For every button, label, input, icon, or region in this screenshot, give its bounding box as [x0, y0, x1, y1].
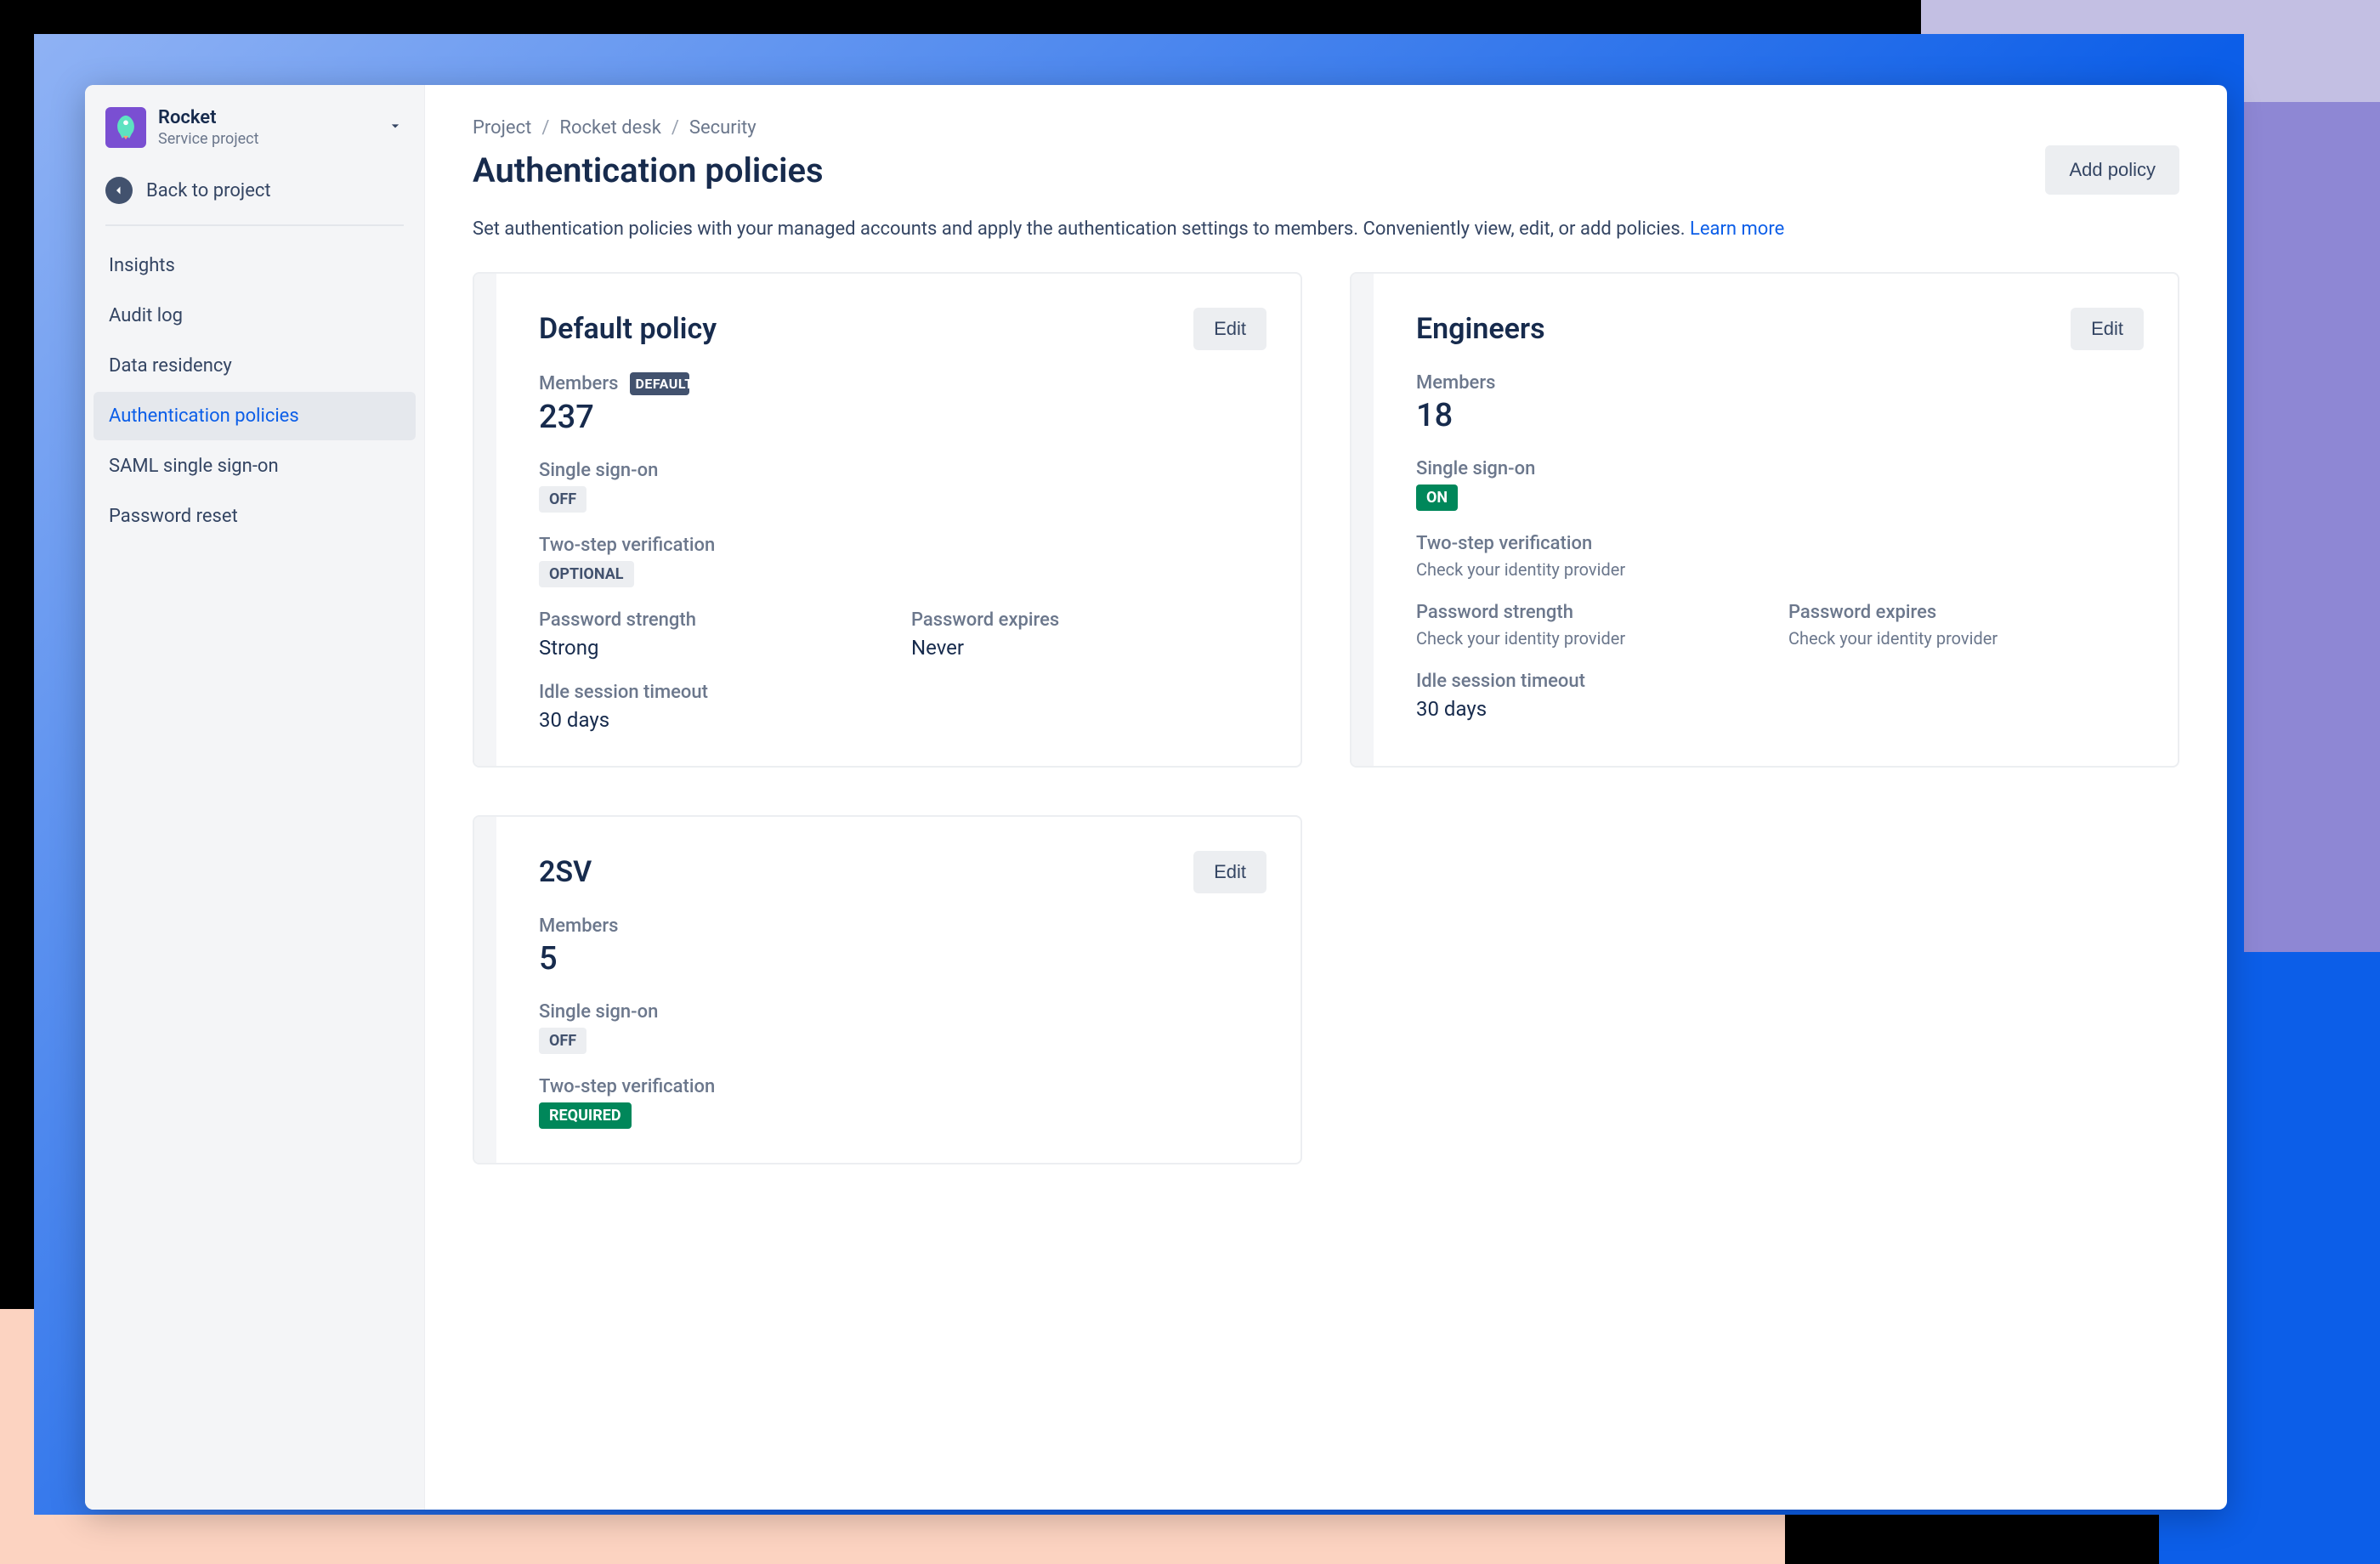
breadcrumb-item[interactable]: Project	[473, 117, 531, 139]
sidebar-item-password-reset[interactable]: Password reset	[94, 492, 416, 541]
back-to-project[interactable]: Back to project	[85, 163, 424, 224]
two-step-label: Two-step verification	[539, 535, 1266, 556]
arrow-left-icon	[105, 177, 133, 204]
sidebar: Rocket Service project Back to project I…	[85, 85, 425, 1510]
edit-button[interactable]: Edit	[1193, 851, 1266, 893]
sidebar-item-label: Audit log	[109, 305, 183, 326]
chevron-down-icon	[387, 117, 404, 138]
sidebar-item-label: Data residency	[109, 355, 232, 377]
breadcrumb: Project / Rocket desk / Security	[473, 117, 2179, 139]
members-count: 5	[539, 940, 1266, 978]
sidebar-item-label: SAML single sign-on	[109, 456, 279, 477]
breadcrumb-separator: /	[672, 117, 679, 139]
edit-button[interactable]: Edit	[1193, 308, 1266, 350]
two-step-label: Two-step verification	[1416, 533, 2144, 554]
members-count: 18	[1416, 397, 2144, 434]
project-type: Service project	[158, 130, 375, 148]
pw-expires-label: Password expires	[911, 609, 1266, 631]
idle-label: Idle session timeout	[539, 682, 1266, 703]
divider	[105, 224, 404, 226]
breadcrumb-separator: /	[541, 117, 549, 139]
policy-name: 2SV	[539, 855, 592, 889]
pw-expires-note: Check your identity provider	[1788, 628, 2144, 649]
rocket-icon	[111, 113, 140, 142]
policy-card-2sv: 2SV Edit Members 5 Single sign-on OFF Tw…	[473, 815, 1302, 1164]
back-label: Back to project	[146, 180, 271, 201]
sidebar-item-authentication-policies[interactable]: Authentication policies	[94, 392, 416, 440]
sidebar-item-label: Authentication policies	[109, 405, 299, 427]
sidebar-item-audit-log[interactable]: Audit log	[94, 292, 416, 340]
idle-value: 30 days	[1416, 697, 2144, 721]
policy-card-default: Default policy Edit Members DEFAULT 237 …	[473, 272, 1302, 768]
members-label: Members	[1416, 372, 1495, 394]
main-content: Project / Rocket desk / Security Authent…	[425, 85, 2227, 1510]
sso-label: Single sign-on	[539, 1001, 1266, 1023]
two-step-label: Two-step verification	[539, 1076, 1266, 1097]
page-title: Authentication policies	[473, 150, 824, 190]
breadcrumb-item[interactable]: Security	[689, 117, 756, 139]
sso-label: Single sign-on	[1416, 458, 2144, 479]
two-step-note: Check your identity provider	[1416, 559, 2144, 580]
sso-badge: OFF	[539, 1028, 586, 1054]
add-policy-button[interactable]: Add policy	[2045, 145, 2179, 195]
sso-badge: OFF	[539, 486, 586, 513]
idle-label: Idle session timeout	[1416, 671, 2144, 692]
pw-strength-value: Strong	[539, 636, 894, 660]
members-label: Members	[539, 915, 618, 937]
pw-strength-label: Password strength	[1416, 602, 1771, 623]
policies-grid: Default policy Edit Members DEFAULT 237 …	[473, 272, 2179, 1164]
pw-strength-label: Password strength	[539, 609, 894, 631]
idle-value: 30 days	[539, 708, 1266, 732]
sso-badge: ON	[1416, 484, 1458, 511]
sidebar-item-label: Insights	[109, 255, 175, 276]
project-logo	[105, 107, 146, 148]
sidebar-nav: Insights Audit log Data residency Authen…	[85, 241, 424, 542]
policy-card-engineers: Engineers Edit Members 18 Single sign-on…	[1350, 272, 2179, 768]
description-text: Set authentication policies with your ma…	[473, 218, 1690, 240]
project-name: Rocket	[158, 107, 375, 129]
pw-expires-value: Never	[911, 636, 1266, 660]
pw-expires-label: Password expires	[1788, 602, 2144, 623]
app-window: Rocket Service project Back to project I…	[85, 85, 2227, 1510]
sidebar-item-data-residency[interactable]: Data residency	[94, 342, 416, 390]
project-switcher[interactable]: Rocket Service project	[85, 104, 424, 163]
default-badge: DEFAULT	[630, 372, 689, 395]
edit-button[interactable]: Edit	[2071, 308, 2144, 350]
members-label: Members	[539, 373, 618, 394]
sso-label: Single sign-on	[539, 460, 1266, 481]
sidebar-item-label: Password reset	[109, 506, 238, 527]
policy-name: Default policy	[539, 312, 717, 346]
two-step-badge: REQUIRED	[539, 1102, 632, 1129]
members-count: 237	[539, 399, 1266, 436]
sidebar-item-saml-sso[interactable]: SAML single sign-on	[94, 442, 416, 490]
pw-strength-note: Check your identity provider	[1416, 628, 1771, 649]
two-step-badge: OPTIONAL	[539, 561, 634, 587]
page-description: Set authentication policies with your ma…	[473, 215, 2054, 243]
learn-more-link[interactable]: Learn more	[1690, 218, 1784, 240]
breadcrumb-item[interactable]: Rocket desk	[559, 117, 660, 139]
policy-name: Engineers	[1416, 312, 1545, 346]
sidebar-item-insights[interactable]: Insights	[94, 241, 416, 290]
